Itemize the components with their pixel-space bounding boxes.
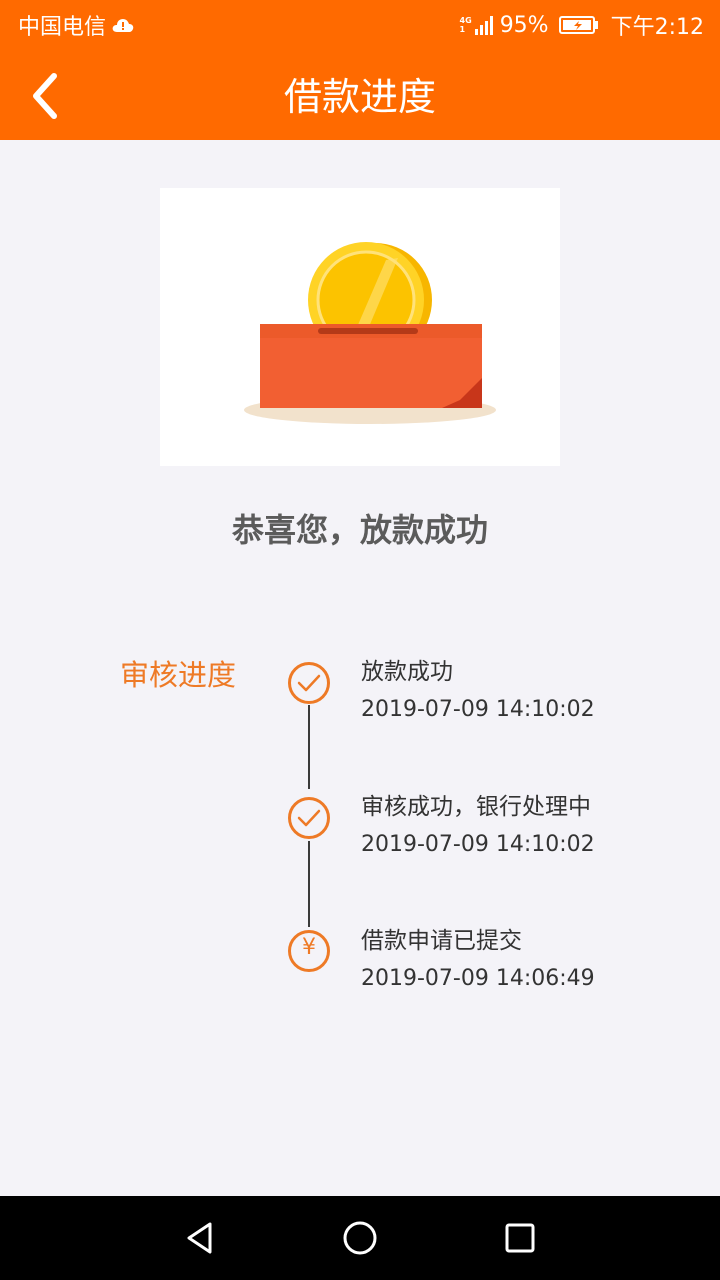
status-bar-right: 4G 1 95% 下午2:12 [460,10,704,41]
cloud-alert-icon [112,19,134,32]
clock-time: 下午2:12 [610,15,704,40]
timeline-connector [308,841,310,927]
step-title: 放款成功 [361,659,453,685]
check-icon [297,809,321,827]
battery-percent: 95% [499,12,549,38]
page-title: 借款进度 [283,75,436,119]
check-icon [297,674,321,692]
carrier-name: 中国电信 [18,15,107,40]
step-status-circle: ¥ [288,930,330,972]
nav-recents-button[interactable] [496,1214,544,1262]
step-timestamp: 2019-07-09 14:06:49 [361,966,595,991]
battery-charging-icon [558,16,598,34]
step-status-circle [288,662,330,704]
back-triangle-icon [187,1222,212,1254]
recents-square-icon [505,1223,535,1253]
progress-section-label: 审核进度 [120,658,237,692]
step-status-circle [288,797,330,839]
network-type-icon: 4G 1 [460,16,472,34]
step-title: 审核成功，银行处理中 [361,794,591,820]
coin-box-icon [244,242,496,424]
success-headline: 恭喜您，放款成功 [231,511,488,549]
hero-illustration [160,188,560,466]
step-timestamp: 2019-07-09 14:10:02 [361,832,595,857]
status-bar-left: 中国电信 [18,10,134,40]
nav-back-button[interactable] [176,1214,224,1262]
system-nav-bar [0,1196,720,1280]
network-sub-label: 1 [459,25,466,34]
home-circle-icon [343,1221,377,1255]
network-type-label: 4G [459,16,472,25]
yen-icon: ¥ [302,935,316,960]
nav-home-button[interactable] [336,1214,384,1262]
signal-icon [474,16,493,35]
top-bar: 中国电信 4G 1 95% 下午2:12 借款进度 [0,0,720,140]
step-title: 借款申请已提交 [361,928,522,954]
step-timestamp: 2019-07-09 14:10:02 [361,697,595,722]
timeline-connector [308,705,310,789]
